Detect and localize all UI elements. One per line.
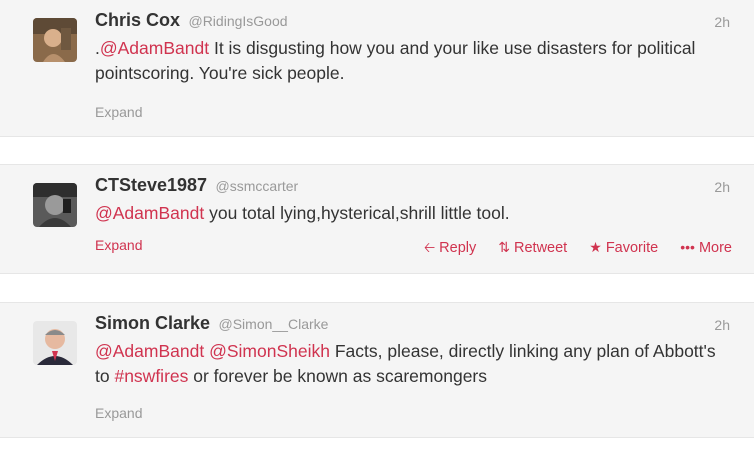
- tweet-item[interactable]: Chris Cox @RidingIsGood 2h .@AdamBandt I…: [0, 0, 754, 137]
- tweet-header: CTSteve1987 @ssmccarter 2h: [95, 175, 730, 201]
- mention-link[interactable]: @AdamBandt: [95, 341, 204, 361]
- reply-arrow-icon: 🡠: [423, 239, 436, 255]
- tweet-text: .@AdamBandt It is disgusting how you and…: [95, 36, 732, 86]
- retweet-button[interactable]: ⇅ Retweet: [498, 239, 568, 256]
- tweet-text: @AdamBandt you total lying,hysterical,sh…: [95, 201, 732, 226]
- author-fullname[interactable]: Simon Clarke: [95, 313, 210, 333]
- author-fullname[interactable]: Chris Cox: [95, 10, 180, 30]
- tweet-text: @AdamBandt @SimonSheikh Facts, please, d…: [95, 339, 732, 389]
- tweet-timestamp[interactable]: 2h: [714, 317, 730, 333]
- avatar[interactable]: [33, 18, 77, 62]
- text-body: you total lying,hysterical,shrill little…: [204, 203, 510, 223]
- mention-link[interactable]: @AdamBandt: [95, 203, 204, 223]
- more-button[interactable]: ••• More: [680, 239, 732, 256]
- author-username[interactable]: @Simon__Clarke: [219, 316, 329, 332]
- tweet-header: Chris Cox @RidingIsGood 2h: [95, 10, 730, 36]
- tweet-item[interactable]: CTSteve1987 @ssmccarter 2h @AdamBandt yo…: [0, 164, 754, 274]
- expand-link[interactable]: Expand: [95, 104, 142, 120]
- tweet-timestamp[interactable]: 2h: [714, 14, 730, 30]
- hashtag-link[interactable]: #nswfires: [114, 366, 188, 386]
- tweet-footer: Expand: [95, 405, 732, 427]
- more-label: More: [698, 240, 732, 256]
- tweet-stream: Chris Cox @RidingIsGood 2h .@AdamBandt I…: [0, 0, 754, 461]
- star-icon: ★: [589, 239, 602, 255]
- favorite-label: Favorite: [605, 240, 659, 256]
- favorite-button[interactable]: ★ Favorite: [589, 239, 659, 256]
- tweet-actions: 🡠 Reply ⇅ Retweet ★ Favorite ••• More: [406, 237, 732, 261]
- mention-link[interactable]: @AdamBandt: [100, 38, 209, 58]
- tweet-item[interactable]: Simon Clarke @Simon__Clarke 2h @AdamBand…: [0, 302, 754, 438]
- retweet-icon: ⇅: [498, 239, 511, 255]
- retweet-label: Retweet: [514, 240, 568, 256]
- expand-link[interactable]: Expand: [95, 237, 142, 253]
- avatar[interactable]: [33, 321, 77, 365]
- reply-button[interactable]: 🡠 Reply: [423, 239, 477, 256]
- tweet-footer: Expand: [95, 104, 732, 126]
- tweet-timestamp[interactable]: 2h: [714, 179, 730, 195]
- author-username[interactable]: @RidingIsGood: [188, 13, 287, 29]
- reply-label: Reply: [439, 240, 477, 256]
- mention-link[interactable]: @SimonSheikh: [209, 341, 330, 361]
- tweet-footer: Expand 🡠 Reply ⇅ Retweet ★ Favorite ••• More: [95, 237, 732, 259]
- author-username[interactable]: @ssmccarter: [216, 178, 299, 194]
- tweet-header: Simon Clarke @Simon__Clarke 2h: [95, 313, 730, 339]
- more-dots-icon: •••: [680, 239, 695, 255]
- avatar[interactable]: [33, 183, 77, 227]
- author-fullname[interactable]: CTSteve1987: [95, 175, 207, 195]
- text-body: or forever be known as scaremongers: [188, 366, 488, 386]
- expand-link[interactable]: Expand: [95, 405, 142, 421]
